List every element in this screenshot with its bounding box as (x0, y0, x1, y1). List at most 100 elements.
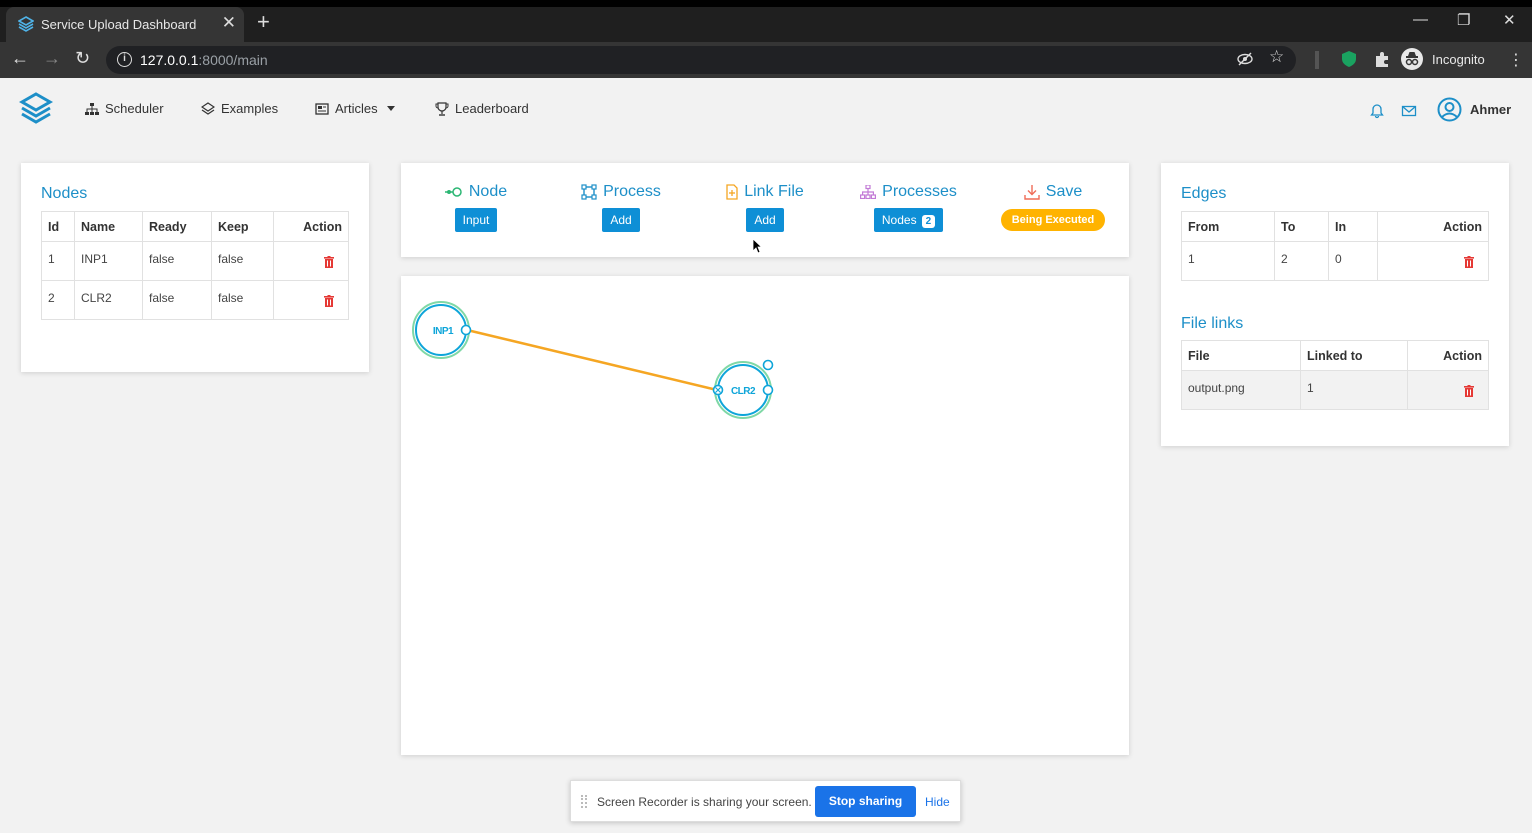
newspaper-icon (315, 102, 329, 115)
download-icon (1024, 185, 1040, 200)
add-process-button[interactable]: Add (602, 208, 640, 232)
table-row: output.png 1 (1181, 370, 1489, 410)
browser-titlebar: Service Upload Dashboard ✕ + — ❐ ✕ (0, 0, 1532, 42)
nav-examples-label: Examples (221, 101, 279, 116)
app-logo[interactable] (19, 92, 53, 126)
file-linked-to: 1 (1300, 370, 1408, 410)
graph-node-label: CLR2 (731, 386, 756, 397)
trash-icon[interactable] (1464, 385, 1474, 397)
top-port-icon[interactable] (762, 359, 774, 371)
file-action-cell (1407, 370, 1489, 410)
tab-title: Service Upload Dashboard (41, 17, 197, 32)
nav-scheduler[interactable]: Scheduler (85, 101, 164, 116)
table-row: 1 INP1 false false (41, 241, 349, 281)
user-avatar-icon (1437, 97, 1462, 122)
trash-icon[interactable] (324, 295, 334, 307)
chevron-down-icon (386, 106, 395, 111)
graph-edge[interactable] (466, 328, 718, 392)
graph-node-label: INP1 (433, 326, 454, 337)
trophy-icon (435, 101, 449, 116)
incognito-icon (1401, 48, 1423, 70)
user-name: Ahmer (1470, 102, 1512, 117)
output-port-icon[interactable] (762, 384, 774, 396)
node-name: CLR2 (74, 280, 143, 320)
sitemap-icon (860, 185, 877, 199)
edges-panel: Edges From To In Action 1 2 0 File links (1161, 163, 1509, 446)
stop-sharing-button[interactable]: Stop sharing (815, 786, 916, 817)
vector-square-icon (581, 184, 597, 200)
file-plus-icon (726, 184, 738, 200)
back-icon[interactable]: ← (11, 48, 29, 69)
reload-icon[interactable]: ↻ (75, 48, 90, 69)
output-port-icon[interactable] (460, 324, 472, 336)
screen-share-bar: Screen Recorder is sharing your screen. … (570, 780, 961, 822)
address-bar[interactable]: i 127.0.0.1:8000/main (106, 46, 1296, 74)
eye-slash-icon[interactable] (1237, 51, 1253, 67)
incognito-profile[interactable]: Incognito (1401, 47, 1495, 73)
edges-table-header: From To In Action (1181, 211, 1489, 242)
edges-table: From To In Action 1 2 0 (1181, 211, 1489, 281)
graph-node-clr2[interactable]: CLR2 (712, 359, 774, 419)
url-path: :8000/main (198, 52, 268, 68)
bookmark-star-icon[interactable]: ☆ (1269, 47, 1284, 67)
tool-link-file-header: Link File (719, 183, 811, 201)
edge-action-cell (1377, 241, 1489, 281)
trash-icon[interactable] (1464, 256, 1474, 268)
new-tab-icon[interactable]: + (257, 11, 270, 33)
nav-examples[interactable]: Examples (201, 101, 278, 116)
user-menu[interactable]: Ahmer (1437, 97, 1511, 122)
browser-menu-icon[interactable]: ⋮ (1508, 50, 1524, 70)
file-links-table-header: File Linked to Action (1181, 340, 1489, 371)
column-header: In (1328, 211, 1378, 242)
extension-pin-icon[interactable] (1312, 51, 1322, 69)
mail-icon[interactable] (1401, 103, 1417, 119)
window-close-icon[interactable]: ✕ (1503, 11, 1516, 29)
restore-icon[interactable]: ❐ (1457, 11, 1470, 29)
processes-nodes-button[interactable]: Nodes 2 (873, 208, 944, 232)
bell-icon[interactable] (1369, 103, 1385, 119)
node-id: 1 (41, 241, 75, 281)
drag-handle-icon[interactable] (581, 795, 587, 808)
nav-articles[interactable]: Articles (315, 101, 395, 116)
node-ready: false (142, 280, 212, 320)
site-info-icon[interactable]: i (117, 52, 132, 67)
share-message: Screen Recorder is sharing your screen. (597, 795, 812, 809)
trash-icon[interactable] (324, 256, 334, 268)
tool-process-header: Process (576, 183, 666, 201)
table-row: 2 CLR2 false false (41, 280, 349, 320)
puzzle-extensions-icon[interactable] (1374, 51, 1390, 67)
graph-svg: INP1 CLR2 (412, 301, 774, 419)
node-ready: false (142, 241, 212, 281)
column-header: From (1181, 211, 1275, 242)
hide-button[interactable]: Hide (925, 795, 950, 809)
nodes-table-header: Id Name Ready Keep Action (41, 211, 349, 242)
browser-tab[interactable]: Service Upload Dashboard ✕ (6, 7, 244, 42)
column-header: Id (41, 211, 75, 242)
tool-node-header: Node (436, 183, 516, 201)
tool-link-file: Link File Add (719, 183, 811, 232)
minimize-icon[interactable]: — (1413, 11, 1428, 28)
column-header: Name (74, 211, 143, 242)
edge-in: 0 (1328, 241, 1378, 281)
nodes-table: Id Name Ready Keep Action 1 INP1 false f… (41, 211, 349, 320)
save-button[interactable]: Save (995, 183, 1111, 201)
file-links-table: File Linked to Action output.png 1 (1181, 340, 1489, 410)
url-host: 127.0.0.1 (140, 52, 199, 68)
input-node-button[interactable]: Input (454, 208, 498, 232)
nodes-count-badge: 2 (921, 215, 936, 228)
nav-leaderboard[interactable]: Leaderboard (435, 101, 529, 116)
graph-node-inp1[interactable]: INP1 (412, 301, 472, 359)
file-name: output.png (1181, 370, 1301, 410)
tab-close-icon[interactable]: ✕ (222, 13, 236, 33)
file-links-title: File links (1181, 315, 1244, 332)
forward-icon[interactable]: → (43, 48, 61, 69)
nav-leaderboard-label: Leaderboard (455, 101, 529, 116)
column-header: Action (273, 211, 349, 242)
edge-to: 2 (1274, 241, 1329, 281)
column-header: File (1181, 340, 1301, 371)
execution-status-badge: Being Executed (1000, 209, 1106, 231)
shield-extension-icon[interactable] (1342, 51, 1356, 67)
nav-scheduler-label: Scheduler (105, 101, 164, 116)
add-link-file-button[interactable]: Add (746, 208, 784, 232)
graph-canvas[interactable]: INP1 CLR2 (401, 276, 1129, 755)
